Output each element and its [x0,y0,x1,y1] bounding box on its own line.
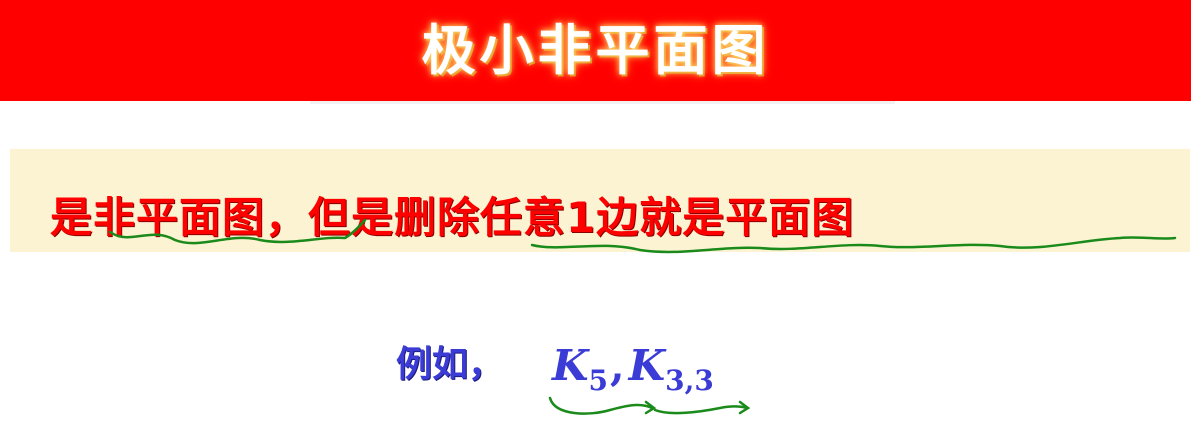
title-underline [310,101,895,104]
example-label: 例如， [396,344,505,385]
graph-separator: , [610,341,625,390]
arrow-k33 [738,400,751,415]
slide: 极小非平面图 是非平面图，但是删除任意1边就是平面图 例如， K5,K3,3 [0,0,1191,424]
graph1-subscript: 5 [588,364,608,397]
underline-k33 [653,405,749,415]
underline-k5 [548,396,654,415]
definition-text: 是非平面图，但是删除任意1边就是平面图 [50,193,855,242]
graph2-letter: K [628,341,666,390]
example-graphs: K5,K3,3 [552,336,714,397]
graph2-subscript: 3,3 [665,364,714,397]
graph1-letter: K [552,341,589,390]
arrow-k5 [644,400,657,415]
slide-title: 极小非平面图 [421,19,770,82]
